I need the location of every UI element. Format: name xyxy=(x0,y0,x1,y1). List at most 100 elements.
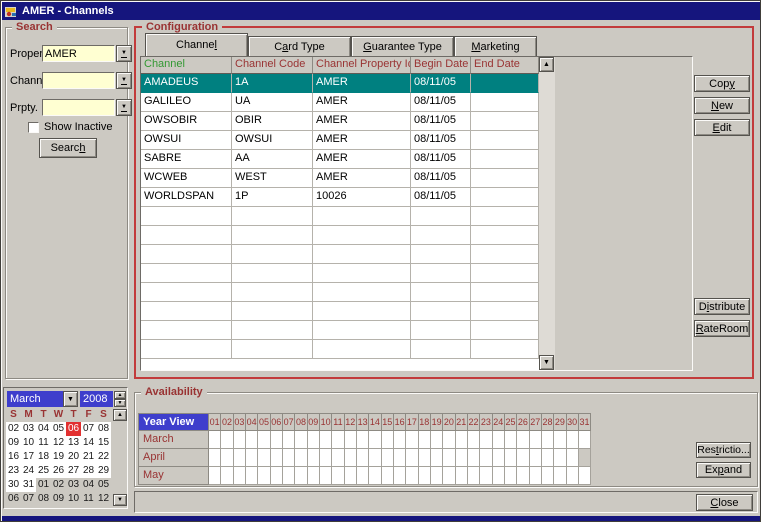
availability-day-cell[interactable] xyxy=(493,449,505,467)
table-row[interactable]: OWSUIOWSUIAMER08/11/05 xyxy=(141,131,539,150)
table-row-empty[interactable] xyxy=(141,226,539,245)
calendar-day[interactable]: 05 xyxy=(96,478,111,492)
availability-day-cell[interactable] xyxy=(406,449,418,467)
table-row-empty[interactable] xyxy=(141,340,539,359)
availability-day-cell[interactable] xyxy=(443,467,455,485)
channel-lov-button[interactable]: ▼ xyxy=(116,72,132,89)
table-row-empty[interactable] xyxy=(141,207,539,226)
availability-day-cell[interactable] xyxy=(443,449,455,467)
calendar-day[interactable]: 29 xyxy=(96,464,111,478)
availability-day-cell[interactable] xyxy=(554,431,566,449)
availability-day-cell[interactable] xyxy=(567,449,579,467)
calendar-day[interactable]: 07 xyxy=(81,422,96,436)
tab-guarantee-type[interactable]: Guarantee Type xyxy=(351,36,454,56)
availability-day-cell[interactable] xyxy=(406,431,418,449)
availability-day-cell[interactable] xyxy=(567,431,579,449)
availability-day-cell[interactable] xyxy=(357,449,369,467)
availability-day-cell[interactable] xyxy=(209,431,221,449)
availability-day-cell[interactable] xyxy=(345,431,357,449)
availability-day-cell[interactable] xyxy=(320,449,332,467)
property-input[interactable] xyxy=(42,45,115,62)
table-row-empty[interactable] xyxy=(141,245,539,264)
availability-day-cell[interactable] xyxy=(456,431,468,449)
calendar-day[interactable]: 12 xyxy=(51,436,66,450)
availability-day-cell[interactable] xyxy=(320,467,332,485)
availability-day-cell[interactable] xyxy=(234,449,246,467)
availability-day-cell[interactable] xyxy=(419,449,431,467)
availability-day-cell[interactable] xyxy=(554,467,566,485)
availability-day-cell[interactable] xyxy=(579,449,591,467)
availability-day-cell[interactable] xyxy=(209,467,221,485)
availability-day-cell[interactable] xyxy=(234,467,246,485)
availability-day-cell[interactable] xyxy=(332,431,344,449)
copy-button[interactable]: Copy xyxy=(694,75,750,92)
availability-day-cell[interactable] xyxy=(579,467,591,485)
availability-day-cell[interactable] xyxy=(258,449,270,467)
calendar-day[interactable]: 08 xyxy=(36,492,51,506)
availability-day-cell[interactable] xyxy=(246,467,258,485)
availability-day-cell[interactable] xyxy=(369,467,381,485)
year-spin-down-button[interactable]: ▼ xyxy=(114,399,126,407)
availability-day-cell[interactable] xyxy=(283,431,295,449)
availability-day-cell[interactable] xyxy=(505,431,517,449)
rateroom-button[interactable]: RateRoom xyxy=(694,320,750,337)
calendar-day[interactable]: 27 xyxy=(66,464,81,478)
search-button[interactable]: Search xyxy=(39,138,97,158)
availability-day-cell[interactable] xyxy=(246,431,258,449)
close-button[interactable]: Close xyxy=(696,494,753,511)
calendar-day[interactable]: 03 xyxy=(21,422,36,436)
availability-day-cell[interactable] xyxy=(394,467,406,485)
availability-day-cell[interactable] xyxy=(394,431,406,449)
availability-day-cell[interactable] xyxy=(517,467,529,485)
availability-day-cell[interactable] xyxy=(530,467,542,485)
availability-day-cell[interactable] xyxy=(308,431,320,449)
availability-day-cell[interactable] xyxy=(431,431,443,449)
availability-day-cell[interactable] xyxy=(295,449,307,467)
calendar-day[interactable]: 26 xyxy=(51,464,66,478)
calendar-day[interactable]: 06 xyxy=(6,492,21,506)
calendar-scroll-up-button[interactable]: ▲ xyxy=(113,409,127,421)
availability-day-cell[interactable] xyxy=(468,449,480,467)
availability-day-cell[interactable] xyxy=(394,449,406,467)
calendar-day[interactable]: 17 xyxy=(21,450,36,464)
calendar-day[interactable]: 15 xyxy=(96,436,111,450)
year-spin-up-button[interactable]: ▲ xyxy=(114,391,126,399)
calendar-day[interactable]: 20 xyxy=(66,450,81,464)
calendar-day[interactable]: 22 xyxy=(96,450,111,464)
prpty-id-lov-button[interactable]: ▼ xyxy=(116,99,132,116)
availability-day-cell[interactable] xyxy=(443,431,455,449)
availability-day-cell[interactable] xyxy=(542,449,554,467)
calendar-day[interactable]: 14 xyxy=(81,436,96,450)
availability-day-cell[interactable] xyxy=(345,449,357,467)
availability-day-cell[interactable] xyxy=(493,467,505,485)
availability-day-cell[interactable] xyxy=(517,449,529,467)
table-row[interactable]: AMADEUS1AAMER08/11/05 xyxy=(141,74,539,93)
calendar-day[interactable]: 02 xyxy=(51,478,66,492)
availability-day-cell[interactable] xyxy=(332,467,344,485)
availability-day-cell[interactable] xyxy=(505,449,517,467)
availability-day-cell[interactable] xyxy=(258,431,270,449)
availability-day-cell[interactable] xyxy=(283,467,295,485)
restrictions-button[interactable]: Restrictio... xyxy=(696,442,751,458)
availability-day-cell[interactable] xyxy=(258,467,270,485)
availability-day-cell[interactable] xyxy=(468,431,480,449)
calendar-year-field[interactable]: 2008 xyxy=(80,391,113,407)
table-row[interactable]: GALILEOUAAMER08/11/05 xyxy=(141,93,539,112)
availability-day-cell[interactable] xyxy=(283,449,295,467)
availability-day-cell[interactable] xyxy=(271,431,283,449)
availability-day-cell[interactable] xyxy=(493,431,505,449)
calendar-day[interactable]: 25 xyxy=(36,464,51,478)
availability-day-cell[interactable] xyxy=(234,431,246,449)
availability-day-cell[interactable] xyxy=(419,467,431,485)
column-header[interactable]: Channel xyxy=(141,57,232,74)
column-header[interactable]: Channel Property Id xyxy=(313,57,411,74)
table-row[interactable]: SABREAAAMER08/11/05 xyxy=(141,150,539,169)
calendar-day[interactable]: 31 xyxy=(21,478,36,492)
availability-day-cell[interactable] xyxy=(246,449,258,467)
calendar-day[interactable]: 18 xyxy=(36,450,51,464)
availability-day-cell[interactable] xyxy=(542,431,554,449)
calendar-day[interactable]: 13 xyxy=(66,436,81,450)
calendar-day[interactable]: 03 xyxy=(66,478,81,492)
availability-day-cell[interactable] xyxy=(517,431,529,449)
availability-day-cell[interactable] xyxy=(345,467,357,485)
